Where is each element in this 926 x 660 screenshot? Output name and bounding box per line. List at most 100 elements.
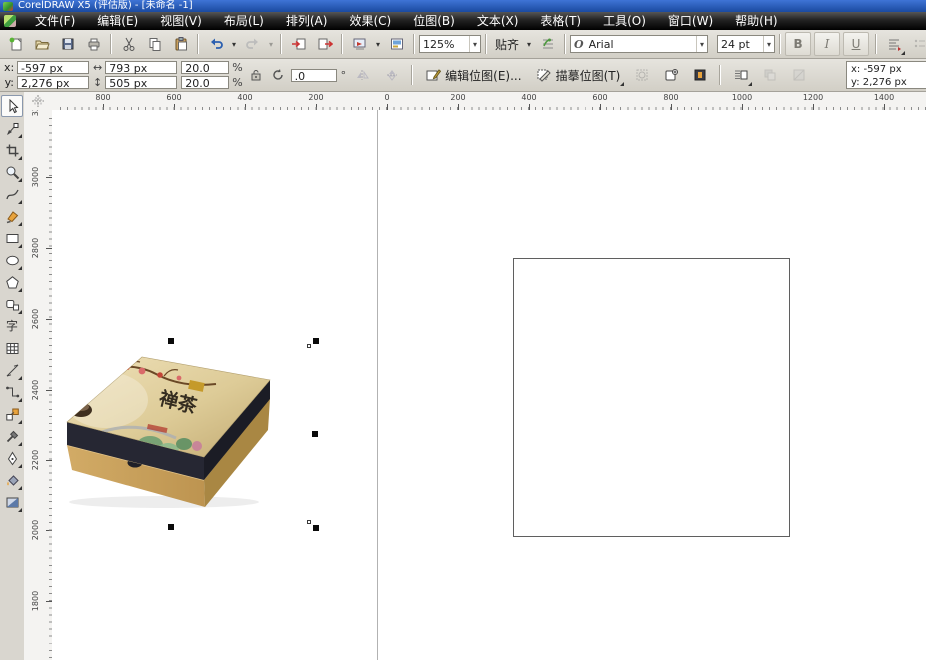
bitmap-mode-button[interactable]: [786, 63, 811, 87]
application-launcher-dropdown[interactable]: ▾: [373, 40, 383, 49]
menu-bar: 文件(F) 编辑(E) 视图(V) 布局(L) 排列(A) 效果(C) 位图(B…: [0, 12, 926, 30]
bullet-list-button[interactable]: [907, 32, 926, 56]
toolbar-separator: [485, 34, 487, 54]
trace-bitmap-button[interactable]: 描摹位图(T): [531, 63, 626, 87]
menu-table[interactable]: 表格(T): [529, 12, 592, 30]
horizontal-ruler[interactable]: 800 600 400 200 0 200 400 600 800 1000 1…: [52, 92, 926, 111]
x-position-input[interactable]: -597 px: [17, 61, 89, 74]
mirror-vertical-button[interactable]: [379, 63, 404, 87]
bullet-list-icon: [912, 36, 926, 52]
tool-crop-button[interactable]: [1, 139, 23, 161]
snap-to-button[interactable]: 贴齐: [491, 36, 523, 53]
tool-eyedropper-button[interactable]: [1, 425, 23, 447]
tool-outline-pen-button[interactable]: [1, 447, 23, 469]
snap-to-dropdown[interactable]: ▾: [524, 40, 534, 49]
selection-handle-bottom-right[interactable]: [313, 525, 319, 531]
font-family-dropdown-arrow[interactable]: ▾: [696, 36, 704, 52]
italic-button[interactable]: I: [814, 32, 840, 56]
menu-bitmaps[interactable]: 位图(B): [402, 12, 466, 30]
tool-connector-button[interactable]: [1, 381, 23, 403]
font-size-combo[interactable]: 24 pt ▾: [717, 35, 775, 53]
redo-dropdown[interactable]: ▾: [266, 40, 276, 49]
tool-zoom-button[interactable]: [1, 161, 23, 183]
application-launcher-button[interactable]: [347, 32, 372, 56]
undo-button[interactable]: [203, 32, 228, 56]
menu-help[interactable]: 帮助(H): [724, 12, 788, 30]
tool-blend-button[interactable]: [1, 403, 23, 425]
tool-polygon-button[interactable]: [1, 271, 23, 293]
tool-freehand-button[interactable]: [1, 183, 23, 205]
resample-button[interactable]: [757, 63, 782, 87]
print-button[interactable]: [81, 32, 106, 56]
cut-button[interactable]: [116, 32, 141, 56]
menu-window[interactable]: 窗口(W): [657, 12, 724, 30]
bitmap-boundary-button[interactable]: [629, 63, 654, 87]
menu-text[interactable]: 文本(X): [466, 12, 530, 30]
tool-rectangle-button[interactable]: [1, 227, 23, 249]
rotate-button[interactable]: [269, 63, 287, 87]
tool-interactive-fill-button[interactable]: [1, 491, 23, 513]
save-button[interactable]: [55, 32, 80, 56]
tool-smart-fill-button[interactable]: [1, 205, 23, 227]
lock-ratio-button[interactable]: [247, 63, 265, 87]
welcome-screen-button[interactable]: [384, 32, 409, 56]
welcome-screen-icon: [389, 36, 405, 52]
underline-button[interactable]: U: [843, 32, 869, 56]
tool-text-button[interactable]: 字: [1, 315, 23, 337]
scale-v-percent: %: [232, 76, 242, 89]
wrap-text-button[interactable]: [728, 63, 753, 87]
mirror-horizontal-button[interactable]: [350, 63, 375, 87]
paste-button[interactable]: [168, 32, 193, 56]
copy-button[interactable]: [142, 32, 167, 56]
tool-ellipse-button[interactable]: [1, 249, 23, 271]
tool-shape-button[interactable]: [1, 117, 23, 139]
selection-handle-top-right[interactable]: [313, 338, 319, 344]
image-adjustment-button[interactable]: [687, 63, 712, 87]
text-alignment-button[interactable]: [881, 32, 906, 56]
tea-box-image[interactable]: 禅茶: [64, 352, 274, 510]
import-button[interactable]: [286, 32, 311, 56]
open-button[interactable]: [29, 32, 54, 56]
tool-table-button[interactable]: [1, 337, 23, 359]
y-position-input[interactable]: 2,276 px: [17, 76, 89, 89]
options-button[interactable]: [535, 32, 560, 56]
menu-effects[interactable]: 效果(C): [338, 12, 402, 30]
drawing-canvas[interactable]: 禅茶: [52, 110, 926, 660]
export-button[interactable]: [312, 32, 337, 56]
menu-layout[interactable]: 布局(L): [213, 12, 275, 30]
menu-tools[interactable]: 工具(O): [592, 12, 657, 30]
redo-button[interactable]: [240, 32, 265, 56]
font-name-value: Arial: [589, 38, 614, 51]
zoom-level-combo[interactable]: 125% ▾: [419, 35, 481, 53]
menu-arrange[interactable]: 排列(A): [275, 12, 339, 30]
object-width-input[interactable]: 793 px: [105, 61, 177, 74]
tool-pick-button[interactable]: [1, 95, 23, 117]
menu-edit[interactable]: 编辑(E): [86, 12, 149, 30]
object-height-input[interactable]: 505 px: [105, 76, 177, 89]
zoom-dropdown-arrow[interactable]: ▾: [469, 36, 477, 52]
vertical-ruler[interactable]: 3200 3000 2800 2600 2400 2200 2000 1800: [24, 110, 53, 660]
bold-button[interactable]: B: [785, 32, 811, 56]
selection-handle-bottom-middle[interactable]: [168, 524, 174, 530]
tool-fill-button[interactable]: [1, 469, 23, 491]
connector-tool-icon: [5, 385, 20, 400]
new-document-button[interactable]: [3, 32, 28, 56]
tool-dimension-button[interactable]: [1, 359, 23, 381]
drawing-rectangle[interactable]: [513, 258, 790, 537]
font-size-dropdown-arrow[interactable]: ▾: [763, 36, 771, 52]
font-family-combo[interactable]: O Arial ▾: [570, 35, 708, 53]
scale-v-input[interactable]: 20.0: [181, 76, 229, 89]
selection-handle-top-middle[interactable]: [168, 338, 174, 344]
menu-view[interactable]: 视图(V): [149, 12, 213, 30]
scale-h-input[interactable]: 20.0: [181, 61, 229, 74]
tool-basic-shapes-button[interactable]: [1, 293, 23, 315]
selection-handle-middle-right[interactable]: [312, 431, 318, 437]
page-boundary-guideline[interactable]: [377, 110, 378, 660]
rotation-angle-input[interactable]: .0: [291, 69, 337, 82]
menu-file[interactable]: 文件(F): [24, 12, 86, 30]
ruler-origin-corner[interactable]: [24, 92, 52, 111]
undo-dropdown[interactable]: ▾: [229, 40, 239, 49]
straighten-image-button[interactable]: [658, 63, 683, 87]
edit-bitmap-button[interactable]: 编辑位图(E)...: [420, 63, 526, 87]
export-icon: [317, 36, 333, 52]
